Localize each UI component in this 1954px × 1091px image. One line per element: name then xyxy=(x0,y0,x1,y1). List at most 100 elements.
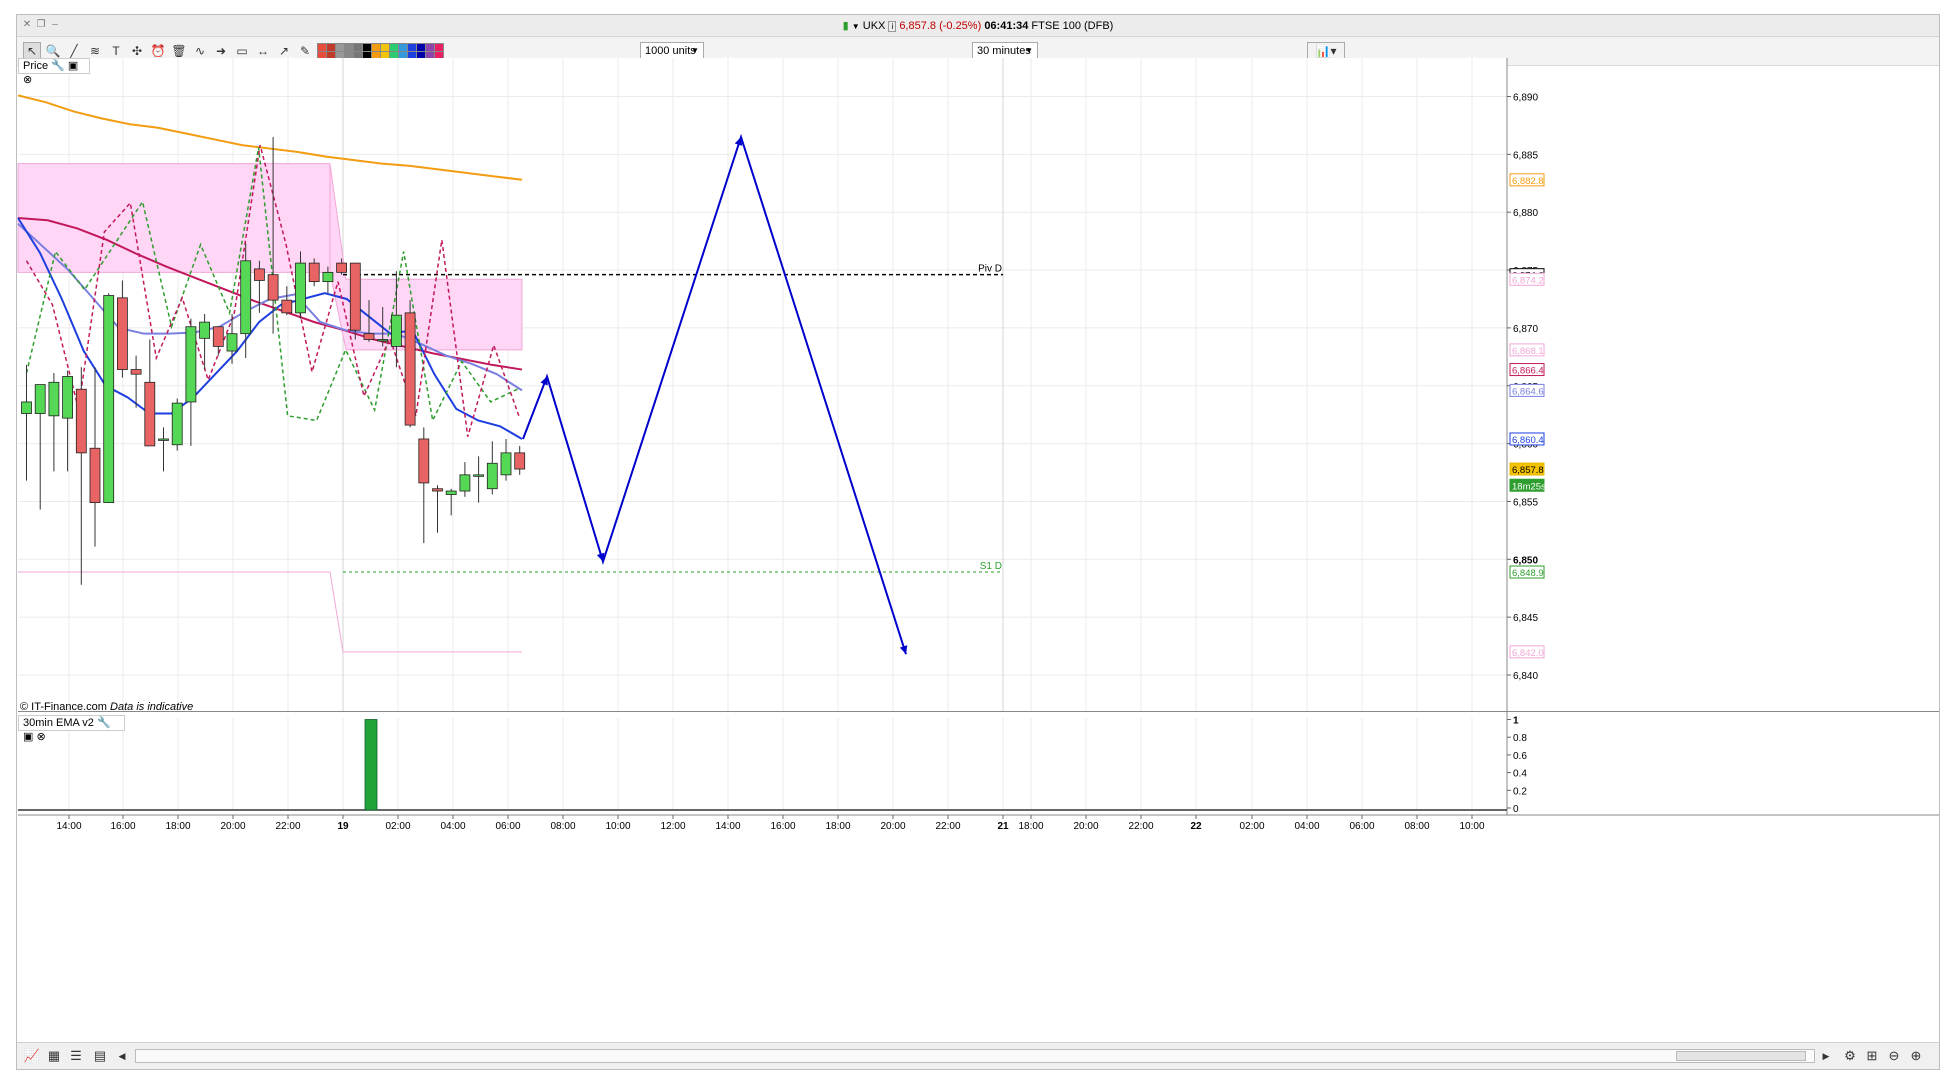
candle-body[interactable] xyxy=(432,488,443,492)
price-panel-background xyxy=(18,58,1507,711)
layout-icon[interactable]: ▤ xyxy=(91,1047,109,1065)
candle-body[interactable] xyxy=(130,369,142,375)
s1-label: S1 D xyxy=(980,561,1002,572)
x-tick-label: 20:00 xyxy=(1073,821,1098,832)
x-tick-label: 21 xyxy=(997,821,1009,832)
maximize-panel-icon[interactable]: ▣ xyxy=(68,60,78,72)
y-tick-label: 6,880 xyxy=(1513,208,1538,219)
zoom-out-icon[interactable]: ⊖ xyxy=(1885,1047,1903,1065)
x-tick-label: 18:00 xyxy=(825,821,850,832)
y-tick-label: 6,855 xyxy=(1513,497,1538,508)
zoom-in-icon[interactable]: ⊕ xyxy=(1907,1047,1925,1065)
price-tag-label: 6,882.8 xyxy=(1512,176,1544,187)
band-zone-1 xyxy=(17,163,331,273)
candle-body[interactable] xyxy=(473,474,485,477)
candle-body[interactable] xyxy=(171,402,183,446)
x-tick-label: 10:00 xyxy=(605,821,630,832)
candle-body[interactable] xyxy=(158,438,169,441)
candle-body[interactable] xyxy=(418,438,430,484)
candle-body[interactable] xyxy=(267,274,279,301)
x-tick-label: 04:00 xyxy=(1294,821,1319,832)
price-tag-label: 6,857.8 xyxy=(1512,465,1544,476)
candle-body[interactable] xyxy=(459,474,471,492)
chart-type-icon[interactable]: 📈 xyxy=(23,1047,41,1065)
candle-body[interactable] xyxy=(377,339,389,342)
wrench-icon[interactable]: 🔧 xyxy=(51,60,65,72)
candle-body[interactable] xyxy=(185,326,197,403)
candle-body[interactable] xyxy=(34,384,46,414)
wrench-icon[interactable]: 🔧 xyxy=(97,717,111,729)
candle-body[interactable] xyxy=(363,333,375,340)
x-tick-label: 20:00 xyxy=(880,821,905,832)
x-tick-label: 22:00 xyxy=(275,821,300,832)
indicator-panel-background xyxy=(18,718,1507,810)
price-tag-label: 6,860.4 xyxy=(1512,435,1544,446)
candle-body[interactable] xyxy=(117,297,128,370)
price-tag-label: 18m25s xyxy=(1512,481,1546,492)
candle-body[interactable] xyxy=(226,333,238,352)
bar-list-icon[interactable]: ☰ xyxy=(67,1047,85,1065)
x-tick-label: 22:00 xyxy=(935,821,960,832)
candle-body[interactable] xyxy=(486,462,498,490)
chart-plot[interactable]: Piv DS1 D6,8906,8856,8806,8756,8706,8656… xyxy=(17,15,1939,1045)
x-tick-label: 02:00 xyxy=(385,821,410,832)
y-tick-label: 6,840 xyxy=(1513,671,1538,682)
close-panel-icon[interactable]: ⊗ xyxy=(36,731,45,743)
x-tick-label: 22:00 xyxy=(1128,821,1153,832)
price-panel-label: Price xyxy=(23,60,49,72)
zoom-fit-icon[interactable]: ⊞ xyxy=(1863,1047,1881,1065)
price-tag-label: 6,874.2 xyxy=(1512,275,1544,286)
candle-body[interactable] xyxy=(445,490,457,495)
candle-body[interactable] xyxy=(62,376,73,419)
price-panel-header: Price 🔧 ▣ ⊗ xyxy=(18,58,90,86)
indicator-bar[interactable] xyxy=(364,719,378,811)
candle-body[interactable] xyxy=(349,262,361,331)
x-tick-label: 22 xyxy=(1190,821,1202,832)
candle-body[interactable] xyxy=(514,452,526,470)
candle-body[interactable] xyxy=(295,262,306,314)
candle-body[interactable] xyxy=(281,299,293,314)
candle-body[interactable] xyxy=(103,295,115,504)
chart-settings-icon[interactable]: ⚙ xyxy=(1841,1047,1859,1065)
candle-body[interactable] xyxy=(199,321,211,339)
candle-body[interactable] xyxy=(212,326,224,347)
x-tick-label: 20:00 xyxy=(220,821,245,832)
price-tag-label: 6,866.4 xyxy=(1512,366,1544,377)
candle-body[interactable] xyxy=(322,271,334,283)
y-tick-label: 6,850 xyxy=(1513,555,1538,566)
pivot-label: Piv D xyxy=(978,264,1002,275)
x-tick-label: 18:00 xyxy=(1018,821,1043,832)
candle-body[interactable] xyxy=(500,452,512,476)
x-tick-label: 08:00 xyxy=(1404,821,1429,832)
indicator-tick-label: 0.2 xyxy=(1513,786,1527,797)
y-tick-label: 6,845 xyxy=(1513,613,1538,624)
candle-body[interactable] xyxy=(89,447,101,504)
candle-body[interactable] xyxy=(308,262,320,283)
x-tick-label: 19 xyxy=(337,821,349,832)
candle-body[interactable] xyxy=(21,401,32,414)
price-tag-label: 6,842.0 xyxy=(1512,648,1544,659)
timeline-scrollbar[interactable] xyxy=(135,1049,1815,1063)
scrollbar-thumb[interactable] xyxy=(1676,1051,1806,1061)
x-tick-label: 18:00 xyxy=(165,821,190,832)
maximize-panel-icon[interactable]: ▣ xyxy=(23,731,33,743)
candle-body[interactable] xyxy=(336,262,348,273)
y-tick-label: 6,885 xyxy=(1513,150,1538,161)
candle-body[interactable] xyxy=(75,388,87,454)
copyright-note: © IT-Finance.com Data is indicative xyxy=(20,701,193,713)
candle-body[interactable] xyxy=(48,381,60,417)
close-panel-icon[interactable]: ⊗ xyxy=(23,74,32,86)
x-tick-label: 12:00 xyxy=(660,821,685,832)
scroll-left-icon[interactable]: ◀ xyxy=(113,1047,131,1065)
scroll-right-icon[interactable]: ▶ xyxy=(1817,1047,1835,1065)
candle-body[interactable] xyxy=(404,312,416,426)
x-tick-label: 14:00 xyxy=(715,821,740,832)
candle-body[interactable] xyxy=(390,314,402,347)
calendar-icon[interactable]: ▦ xyxy=(45,1047,63,1065)
candle-body[interactable] xyxy=(144,381,156,447)
indicator-tick-label: 0.6 xyxy=(1513,751,1527,762)
candle-body[interactable] xyxy=(253,268,265,281)
status-bar: 📈 ▦ ☰ ▤ ◀ ▶ ⚙ ⊞ ⊖ ⊕ xyxy=(17,1042,1939,1069)
y-tick-label: 6,870 xyxy=(1513,324,1538,335)
candle-body[interactable] xyxy=(240,260,252,335)
